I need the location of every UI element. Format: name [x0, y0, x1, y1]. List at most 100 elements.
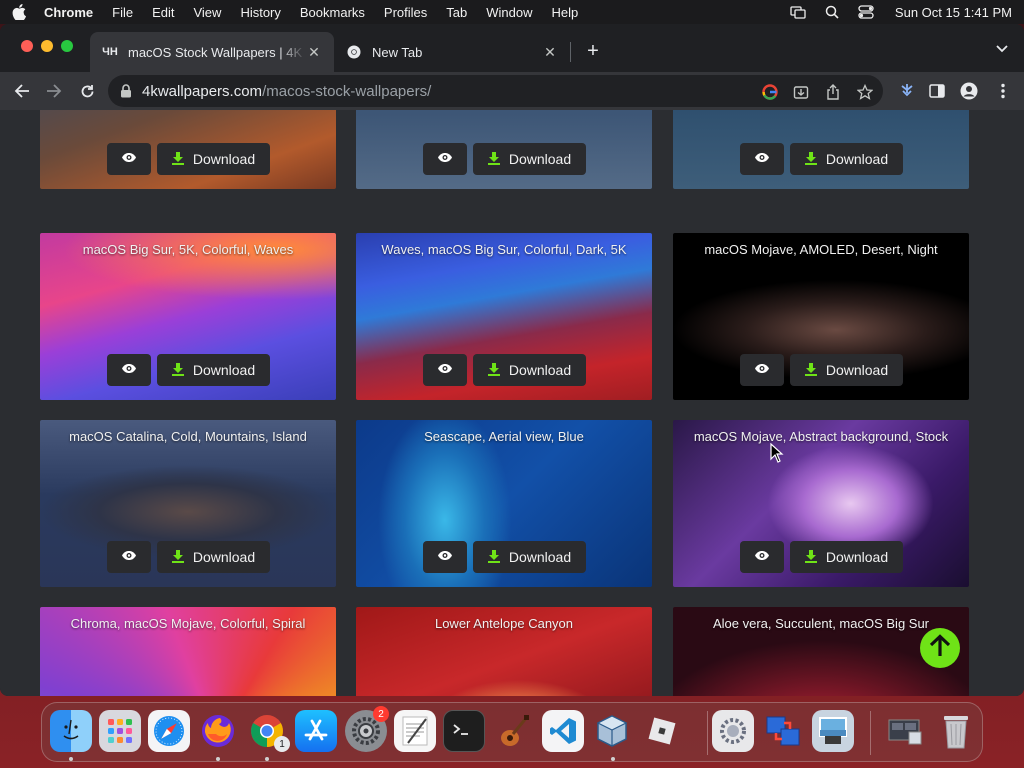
menu-view[interactable]: View [193, 5, 221, 20]
utility-icon[interactable] [712, 710, 754, 752]
wallpaper-card[interactable]: Download [356, 110, 652, 189]
minimize-window-button[interactable] [41, 40, 53, 52]
preview-button[interactable] [106, 143, 151, 175]
apple-menu-icon[interactable] [12, 4, 26, 20]
download-button[interactable]: Download [789, 354, 903, 386]
download-button[interactable]: Download [789, 541, 903, 573]
wallpaper-card[interactable]: macOS Mojave, AMOLED, Desert, Night Down… [673, 233, 969, 400]
preview-button[interactable] [739, 541, 784, 573]
tab-new-tab[interactable]: New Tab ✕ [334, 32, 570, 72]
card-caption: macOS Mojave, Abstract background, Stock [693, 429, 949, 444]
preview-button[interactable] [422, 354, 467, 386]
close-tab-icon[interactable]: ✕ [306, 44, 322, 60]
mouse-cursor-icon [770, 442, 784, 463]
screen-mirroring-icon[interactable] [789, 5, 807, 19]
preview-button[interactable] [422, 143, 467, 175]
download-button[interactable]: Download [789, 143, 903, 175]
scroll-to-top-button[interactable] [920, 628, 960, 668]
menu-profiles[interactable]: Profiles [384, 5, 427, 20]
install-app-icon[interactable] [792, 83, 810, 101]
trash-icon[interactable] [935, 710, 977, 752]
menu-help[interactable]: Help [552, 5, 579, 20]
download-button[interactable]: Download [156, 354, 270, 386]
reload-icon[interactable] [77, 81, 97, 101]
preview-button[interactable] [739, 354, 784, 386]
wallpaper-card[interactable]: Download [40, 110, 336, 189]
system-settings-icon[interactable]: 2 [345, 706, 389, 752]
zoom-window-button[interactable] [61, 40, 73, 52]
firefox-icon[interactable] [197, 710, 239, 752]
menubar-clock[interactable]: Sun Oct 15 1:41 PM [895, 5, 1012, 20]
wallpaper-card[interactable]: Seascape, Aerial view, Blue Download [356, 420, 652, 587]
roblox-icon[interactable] [641, 710, 683, 752]
menu-window[interactable]: Window [486, 5, 532, 20]
forward-arrow-icon[interactable] [44, 81, 64, 101]
menu-history[interactable]: History [240, 5, 280, 20]
new-tab-button[interactable]: + [582, 40, 604, 62]
preview-button[interactable] [422, 541, 467, 573]
lock-icon[interactable] [120, 84, 134, 98]
chrome-icon[interactable]: 1 [246, 710, 290, 752]
download-button[interactable]: Download [472, 354, 586, 386]
preview-button[interactable] [106, 354, 151, 386]
download-button[interactable]: Download [472, 541, 586, 573]
virtualbox-icon[interactable] [591, 710, 633, 752]
card-caption: macOS Mojave, AMOLED, Desert, Night [704, 242, 938, 257]
screenshot-icon[interactable] [884, 710, 926, 752]
wallpaper-card[interactable]: macOS Big Sur, 5K, Colorful, Waves Downl… [40, 233, 336, 400]
preview-button[interactable] [739, 143, 784, 175]
spotlight-search-icon[interactable] [823, 5, 841, 19]
wallpaper-card[interactable]: macOS Mojave, Abstract background, Stock… [673, 420, 969, 587]
running-indicator [69, 757, 73, 761]
wallpaper-card[interactable]: Chroma, macOS Mojave, Colorful, Spiral [40, 607, 336, 696]
extension-download-icon[interactable] [898, 82, 916, 100]
card-actions: Download [356, 354, 652, 386]
menu-edit[interactable]: Edit [152, 5, 174, 20]
menu-app-name[interactable]: Chrome [44, 5, 93, 20]
preview-icon[interactable] [812, 710, 854, 752]
finder-icon[interactable] [50, 710, 92, 752]
vscode-icon[interactable] [542, 710, 584, 752]
launchpad-icon[interactable] [99, 710, 141, 752]
download-button[interactable]: Download [472, 143, 586, 175]
wallpaper-card[interactable]: macOS Catalina, Cold, Mountains, Island … [40, 420, 336, 587]
close-tab-icon[interactable]: ✕ [542, 44, 558, 60]
garageband-icon[interactable] [493, 710, 535, 752]
safari-icon[interactable] [148, 710, 190, 752]
tab-macos-stock-wallpapers[interactable]: ЧН macOS Stock Wallpapers | 4K ✕ [90, 32, 334, 72]
menu-file[interactable]: File [112, 5, 133, 20]
eye-icon [754, 150, 770, 168]
chevron-down-icon[interactable] [993, 40, 1011, 58]
eye-icon [121, 361, 137, 379]
app-store-icon[interactable] [295, 710, 337, 752]
eye-icon [437, 361, 453, 379]
profile-avatar-icon[interactable] [960, 82, 978, 100]
more-menu-icon[interactable] [994, 82, 1012, 100]
preview-button[interactable] [106, 541, 151, 573]
wallpaper-card[interactable]: Download [673, 110, 969, 189]
bookmark-star-icon[interactable] [856, 83, 874, 101]
terminal-icon[interactable] [443, 710, 485, 752]
download-button[interactable]: Download [156, 143, 270, 175]
download-button[interactable]: Download [156, 541, 270, 573]
tab-title: New Tab [372, 44, 423, 60]
menu-bookmarks[interactable]: Bookmarks [300, 5, 365, 20]
card-caption: macOS Big Sur, 5K, Colorful, Waves [82, 242, 294, 257]
migration-icon[interactable] [762, 710, 804, 752]
google-lens-icon[interactable] [761, 83, 779, 101]
running-indicator [216, 757, 220, 761]
running-indicator [265, 757, 269, 761]
eye-icon [754, 361, 770, 379]
side-panel-icon[interactable] [928, 82, 946, 100]
wallpaper-card[interactable]: Lower Antelope Canyon [356, 607, 652, 696]
share-icon[interactable] [824, 83, 842, 101]
wallpaper-card[interactable]: Waves, macOS Big Sur, Colorful, Dark, 5K… [356, 233, 652, 400]
card-actions: Download [40, 541, 336, 573]
back-arrow-icon[interactable] [12, 81, 32, 101]
close-window-button[interactable] [21, 40, 33, 52]
address-bar[interactable]: 4kwallpapers.com /macos-stock-wallpapers… [108, 75, 883, 107]
control-center-icon[interactable] [857, 5, 875, 19]
textedit-icon[interactable] [394, 710, 436, 752]
menu-tab[interactable]: Tab [446, 5, 467, 20]
macos-menubar: Chrome File Edit View History Bookmarks … [0, 0, 1024, 24]
